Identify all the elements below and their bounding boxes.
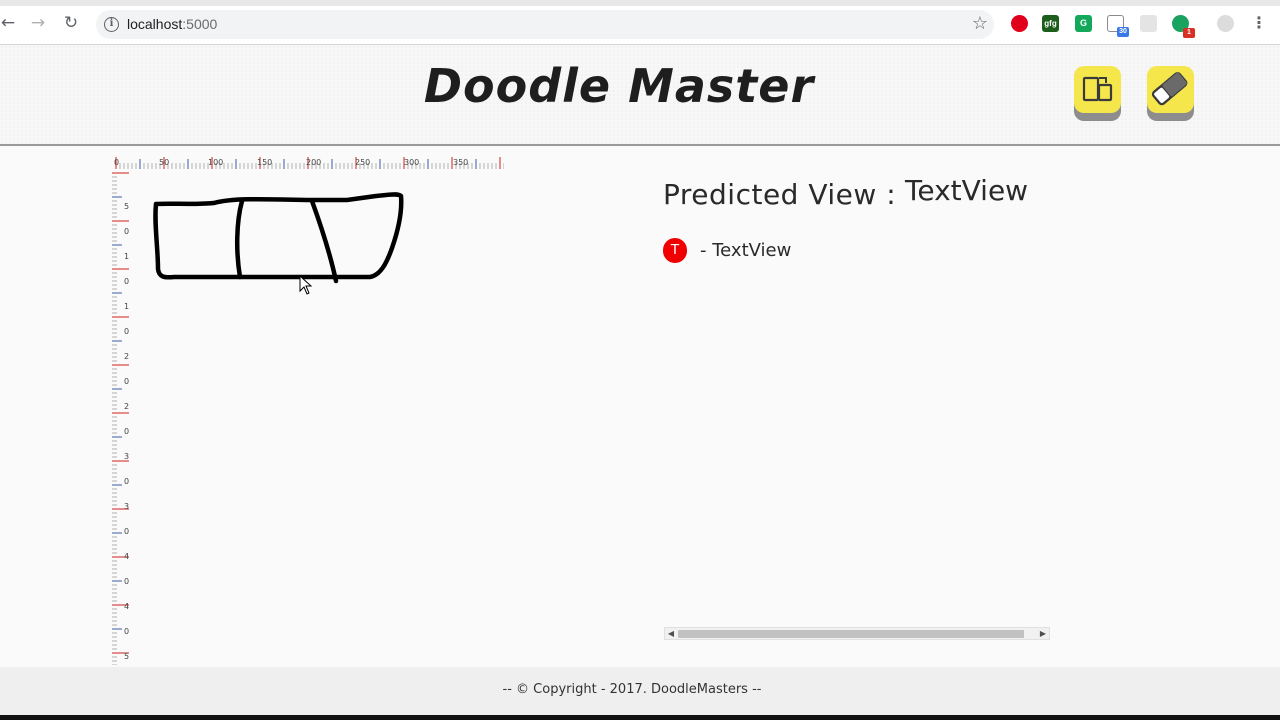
opera-extension-icon[interactable] — [1011, 15, 1028, 32]
gfg-extension-icon[interactable]: gfg — [1042, 15, 1059, 32]
scroll-right-arrow-icon[interactable]: ▶ — [1038, 629, 1048, 639]
button-face[interactable] — [1074, 66, 1121, 113]
mail-extension-icon[interactable]: 30 — [1107, 15, 1129, 37]
convert-view-icon — [1082, 76, 1113, 102]
scroll-left-arrow-icon[interactable]: ◀ — [666, 629, 676, 639]
button-face[interactable] — [1147, 66, 1194, 113]
doodle-sketch — [153, 192, 404, 284]
url-port: :5000 — [182, 16, 218, 32]
url-host: localhost — [127, 16, 183, 32]
menu-dots-icon[interactable]: ⋮ — [1249, 13, 1269, 33]
app-header: Doodle Master — [0, 45, 1280, 146]
forward-arrow-icon[interactable]: → — [28, 13, 48, 33]
grammarly-extension-icon[interactable]: G — [1075, 15, 1092, 32]
scrollbar-thumb[interactable] — [678, 630, 1024, 638]
tab-strip — [0, 0, 1280, 6]
address-bar[interactable]: i localhost:5000 ☆ — [96, 10, 994, 39]
horizontal-scrollbar[interactable]: ◀ ▶ — [664, 627, 1050, 640]
bookmark-star-icon[interactable]: ☆ — [972, 13, 988, 34]
green-badge: 1 — [1183, 28, 1195, 38]
puzzle-extension-icon[interactable] — [1140, 15, 1157, 32]
prediction-badge: T — [663, 238, 687, 263]
eraser-button[interactable] — [1147, 66, 1194, 121]
mouse-cursor-icon — [299, 275, 313, 295]
footer: -- © Copyright - 2017. DoodleMasters -- — [0, 667, 1280, 715]
back-arrow-icon[interactable]: ← — [0, 13, 18, 33]
browser-toolbar: ← → ↻ i localhost:5000 ☆ gfg G 30 1 ⋮ — [0, 0, 1280, 45]
predicted-view-heading: Predicted View : — [663, 178, 897, 211]
copyright-text: -- © Copyright - 2017. DoodleMasters -- — [502, 682, 762, 697]
info-icon[interactable]: i — [104, 17, 119, 32]
profile-extension-icon[interactable] — [1217, 15, 1234, 32]
mail-badge: 30 — [1117, 27, 1129, 37]
url-text[interactable]: localhost:5000 — [127, 16, 217, 32]
prediction-label: - TextView — [700, 240, 792, 261]
drawing-canvas[interactable]: 0 50 100 150 200 250 300 350 501010202030304040… — [112, 153, 512, 665]
window-bottom-edge — [0, 715, 1280, 720]
predicted-view-value: TextView — [905, 174, 1029, 207]
green-extension-icon[interactable]: 1 — [1172, 15, 1195, 38]
reload-icon[interactable]: ↻ — [61, 13, 81, 33]
convert-view-button[interactable] — [1074, 66, 1121, 121]
eraser-icon — [1151, 72, 1188, 106]
app-title: Doodle Master — [423, 59, 815, 113]
